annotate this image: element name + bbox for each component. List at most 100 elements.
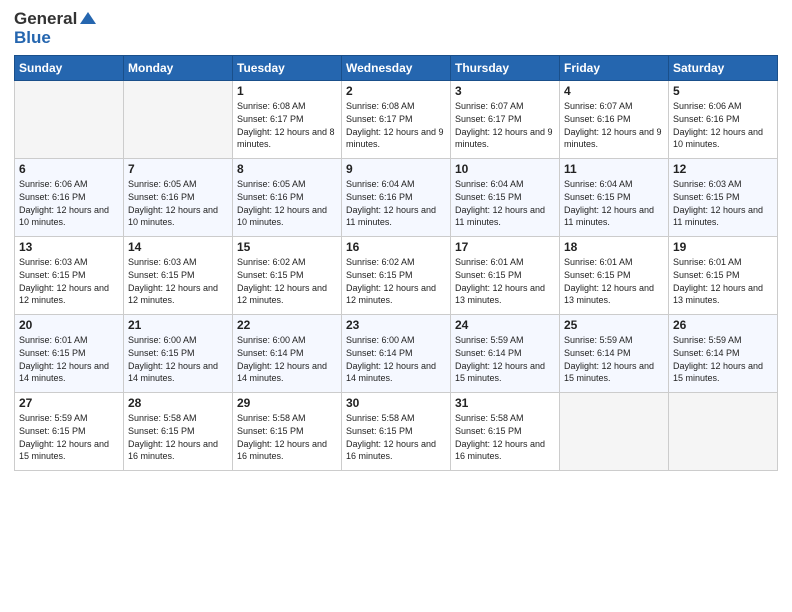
- day-number: 20: [19, 318, 119, 332]
- day-number: 4: [564, 84, 664, 98]
- day-number: 28: [128, 396, 228, 410]
- day-number: 10: [455, 162, 555, 176]
- calendar-cell: 5 Sunrise: 6:06 AM Sunset: 6:16 PM Daylig…: [669, 81, 778, 159]
- day-number: 6: [19, 162, 119, 176]
- day-info: Sunrise: 6:04 AM Sunset: 6:15 PM Dayligh…: [455, 178, 555, 228]
- calendar-cell: 29Sunrise: 5:58 AM Sunset: 6:15 PM Dayli…: [233, 393, 342, 471]
- day-info: Sunrise: 5:59 AM Sunset: 6:14 PM Dayligh…: [673, 334, 773, 384]
- day-number: 19: [673, 240, 773, 254]
- calendar-cell: 3 Sunrise: 6:07 AM Sunset: 6:17 PM Daylig…: [451, 81, 560, 159]
- calendar-cell: [124, 81, 233, 159]
- calendar-cell: 15 Sunrise: 6:02 AM Sunset: 6:15 PM Dayli…: [233, 237, 342, 315]
- day-number: 5: [673, 84, 773, 98]
- day-info: Sunrise: 6:07 AM Sunset: 6:16 PM Dayligh…: [564, 100, 664, 150]
- day-info: Sunrise: 6:04 AM Sunset: 6:15 PM Dayligh…: [564, 178, 664, 228]
- day-number: 11: [564, 162, 664, 176]
- calendar-cell: 6 Sunrise: 6:06 AM Sunset: 6:16 PM Daylig…: [15, 159, 124, 237]
- calendar-cell: 16 Sunrise: 6:02 AM Sunset: 6:15 PM Dayli…: [342, 237, 451, 315]
- day-header-wednesday: Wednesday: [342, 56, 451, 81]
- day-number: 3: [455, 84, 555, 98]
- calendar-cell: [560, 393, 669, 471]
- day-info: Sunrise: 6:03 AM Sunset: 6:15 PM Dayligh…: [128, 256, 228, 306]
- day-info: Sunrise: 6:06 AM Sunset: 6:16 PM Dayligh…: [673, 100, 773, 150]
- calendar-cell: 24 Sunrise: 5:59 AM Sunset: 6:14 PM Dayli…: [451, 315, 560, 393]
- day-info: Sunrise: 6:08 AM Sunset: 6:17 PM Dayligh…: [237, 100, 337, 150]
- day-info: Sunrise: 6:06 AM Sunset: 6:16 PM Dayligh…: [19, 178, 119, 228]
- day-info: Sunrise: 6:02 AM Sunset: 6:15 PM Dayligh…: [237, 256, 337, 306]
- day-info: Sunrise: 6:03 AM Sunset: 6:15 PM Dayligh…: [673, 178, 773, 228]
- calendar-cell: 30 Sunrise: 5:58 AM Sunset: 6:15 PM Dayli…: [342, 393, 451, 471]
- day-number: 16: [346, 240, 446, 254]
- day-header-monday: Monday: [124, 56, 233, 81]
- day-info: Sunrise: 6:00 AM Sunset: 6:14 PM Dayligh…: [237, 334, 337, 384]
- day-number: 24: [455, 318, 555, 332]
- day-number: 13: [19, 240, 119, 254]
- day-info: Sunrise: 6:01 AM Sunset: 6:15 PM Dayligh…: [455, 256, 555, 306]
- day-number: 8: [237, 162, 337, 176]
- day-number: 25: [564, 318, 664, 332]
- day-info: Sunrise: 5:58 AM Sunset: 6:15 PM Dayligh…: [346, 412, 446, 462]
- day-number: 23: [346, 318, 446, 332]
- day-number: 14: [128, 240, 228, 254]
- day-info: Sunrise: 6:01 AM Sunset: 6:15 PM Dayligh…: [673, 256, 773, 306]
- calendar-cell: 13 Sunrise: 6:03 AM Sunset: 6:15 PM Dayli…: [15, 237, 124, 315]
- calendar-cell: [669, 393, 778, 471]
- day-number: 26: [673, 318, 773, 332]
- day-number: 30: [346, 396, 446, 410]
- calendar-cell: 31Sunrise: 5:58 AM Sunset: 6:15 PM Dayli…: [451, 393, 560, 471]
- days-header-row: SundayMondayTuesdayWednesdayThursdayFrid…: [15, 56, 778, 81]
- calendar-cell: 22 Sunrise: 6:00 AM Sunset: 6:14 PM Dayli…: [233, 315, 342, 393]
- calendar-cell: 9Sunrise: 6:04 AM Sunset: 6:16 PM Daylig…: [342, 159, 451, 237]
- day-info: Sunrise: 5:58 AM Sunset: 6:15 PM Dayligh…: [128, 412, 228, 462]
- day-info: Sunrise: 5:59 AM Sunset: 6:14 PM Dayligh…: [564, 334, 664, 384]
- calendar-cell: 17 Sunrise: 6:01 AM Sunset: 6:15 PM Dayli…: [451, 237, 560, 315]
- day-info: Sunrise: 6:00 AM Sunset: 6:14 PM Dayligh…: [346, 334, 446, 384]
- day-info: Sunrise: 6:05 AM Sunset: 6:16 PM Dayligh…: [128, 178, 228, 228]
- day-info: Sunrise: 6:05 AM Sunset: 6:16 PM Dayligh…: [237, 178, 337, 228]
- calendar-cell: 21 Sunrise: 6:00 AM Sunset: 6:15 PM Dayli…: [124, 315, 233, 393]
- day-info: Sunrise: 5:59 AM Sunset: 6:14 PM Dayligh…: [455, 334, 555, 384]
- calendar-cell: 26 Sunrise: 5:59 AM Sunset: 6:14 PM Dayli…: [669, 315, 778, 393]
- calendar-cell: 19 Sunrise: 6:01 AM Sunset: 6:15 PM Dayli…: [669, 237, 778, 315]
- day-info: Sunrise: 6:01 AM Sunset: 6:15 PM Dayligh…: [564, 256, 664, 306]
- day-info: Sunrise: 6:00 AM Sunset: 6:15 PM Dayligh…: [128, 334, 228, 384]
- day-info: Sunrise: 6:08 AM Sunset: 6:17 PM Dayligh…: [346, 100, 446, 150]
- day-info: Sunrise: 5:59 AM Sunset: 6:15 PM Dayligh…: [19, 412, 119, 462]
- day-number: 18: [564, 240, 664, 254]
- day-info: Sunrise: 6:01 AM Sunset: 6:15 PM Dayligh…: [19, 334, 119, 384]
- week-row-3: 13 Sunrise: 6:03 AM Sunset: 6:15 PM Dayli…: [15, 237, 778, 315]
- day-number: 22: [237, 318, 337, 332]
- calendar-cell: 4 Sunrise: 6:07 AM Sunset: 6:16 PM Daylig…: [560, 81, 669, 159]
- day-header-tuesday: Tuesday: [233, 56, 342, 81]
- day-info: Sunrise: 6:02 AM Sunset: 6:15 PM Dayligh…: [346, 256, 446, 306]
- day-number: 15: [237, 240, 337, 254]
- calendar-cell: 10 Sunrise: 6:04 AM Sunset: 6:15 PM Dayli…: [451, 159, 560, 237]
- day-info: Sunrise: 6:07 AM Sunset: 6:17 PM Dayligh…: [455, 100, 555, 150]
- week-row-1: 1Sunrise: 6:08 AM Sunset: 6:17 PM Daylig…: [15, 81, 778, 159]
- calendar-cell: [15, 81, 124, 159]
- week-row-4: 20 Sunrise: 6:01 AM Sunset: 6:15 PM Dayli…: [15, 315, 778, 393]
- day-number: 12: [673, 162, 773, 176]
- day-header-thursday: Thursday: [451, 56, 560, 81]
- logo-area: General Blue: [14, 10, 96, 47]
- day-header-sunday: Sunday: [15, 56, 124, 81]
- calendar-cell: 8 Sunrise: 6:05 AM Sunset: 6:16 PM Daylig…: [233, 159, 342, 237]
- calendar-cell: 7 Sunrise: 6:05 AM Sunset: 6:16 PM Daylig…: [124, 159, 233, 237]
- day-number: 17: [455, 240, 555, 254]
- calendar-cell: 1Sunrise: 6:08 AM Sunset: 6:17 PM Daylig…: [233, 81, 342, 159]
- day-number: 21: [128, 318, 228, 332]
- logo: General Blue: [14, 10, 96, 47]
- calendar-cell: 20 Sunrise: 6:01 AM Sunset: 6:15 PM Dayli…: [15, 315, 124, 393]
- calendar-table: SundayMondayTuesdayWednesdayThursdayFrid…: [14, 55, 778, 471]
- calendar-cell: 25 Sunrise: 5:59 AM Sunset: 6:14 PM Dayli…: [560, 315, 669, 393]
- calendar-cell: 18 Sunrise: 6:01 AM Sunset: 6:15 PM Dayli…: [560, 237, 669, 315]
- day-info: Sunrise: 6:03 AM Sunset: 6:15 PM Dayligh…: [19, 256, 119, 306]
- day-info: Sunrise: 5:58 AM Sunset: 6:15 PM Dayligh…: [455, 412, 555, 462]
- day-info: Sunrise: 5:58 AM Sunset: 6:15 PM Dayligh…: [237, 412, 337, 462]
- day-number: 27: [19, 396, 119, 410]
- page: General Blue SundayMondayTuesdayWednesda…: [0, 0, 792, 612]
- calendar-cell: 12 Sunrise: 6:03 AM Sunset: 6:15 PM Dayli…: [669, 159, 778, 237]
- day-number: 7: [128, 162, 228, 176]
- header: General Blue: [14, 10, 778, 47]
- calendar-cell: 27 Sunrise: 5:59 AM Sunset: 6:15 PM Dayli…: [15, 393, 124, 471]
